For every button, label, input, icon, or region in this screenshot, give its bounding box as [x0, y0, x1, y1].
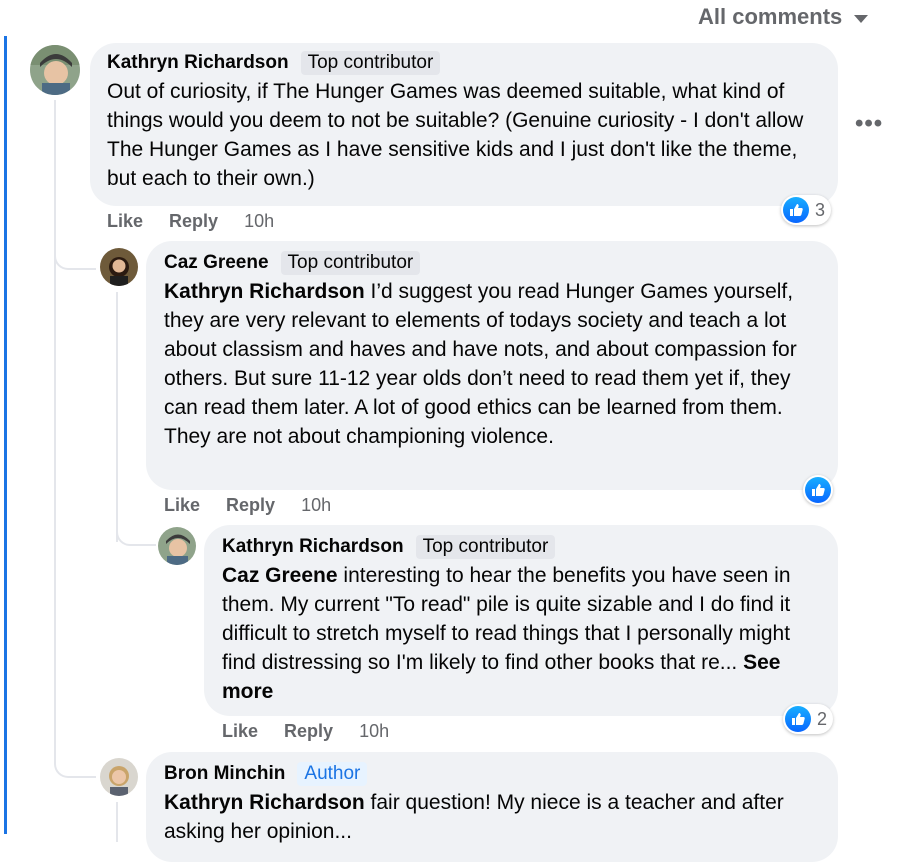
more-options-icon[interactable]: ••• — [855, 110, 883, 138]
comment-actions: Like Reply 10h — [107, 211, 274, 232]
comment-actions: Like Reply 10h — [222, 721, 389, 742]
mention-link[interactable]: Kathryn Richardson — [164, 280, 365, 303]
thumbs-up-icon — [783, 197, 809, 223]
like-button[interactable]: Like — [222, 721, 258, 742]
thumbs-up-icon — [785, 706, 811, 732]
author-badge: Author — [297, 762, 368, 786]
mention-link[interactable]: Kathryn Richardson — [164, 791, 365, 814]
reaction-summary[interactable]: 3 — [781, 195, 832, 225]
thread-connector-line-nested — [116, 802, 118, 842]
comment-filter-label: All comments — [698, 4, 843, 29]
comment-bubble: Caz Greene Top contributor Kathryn Richa… — [146, 241, 838, 490]
comment-author-name[interactable]: Caz Greene — [164, 252, 269, 274]
reaction-count: 3 — [815, 199, 826, 220]
comment-filter-dropdown[interactable]: All comments — [698, 4, 869, 30]
reply-connector — [54, 750, 96, 778]
top-contributor-badge: Top contributor — [300, 51, 441, 75]
thread-connector-line-nested — [116, 292, 118, 542]
like-button[interactable]: Like — [164, 495, 200, 516]
comment-actions: Like Reply 10h — [164, 495, 331, 516]
comment-bubble: Bron Minchin Author Kathryn Richardson f… — [146, 752, 838, 862]
avatar-bron-minchin[interactable] — [100, 758, 138, 796]
comment-bubble: Kathryn Richardson Top contributor Out o… — [90, 43, 838, 206]
comment-bubble: Kathryn Richardson Top contributor Caz G… — [204, 525, 838, 716]
comment-timestamp[interactable]: 10h — [359, 721, 389, 742]
thread-highlight-bar — [4, 36, 7, 834]
avatar-caz-greene[interactable] — [100, 248, 138, 286]
thumbs-up-icon — [805, 477, 831, 503]
reaction-summary[interactable] — [803, 475, 833, 505]
reaction-count: 2 — [817, 708, 828, 729]
comment-author-name[interactable]: Kathryn Richardson — [222, 536, 404, 558]
caret-down-icon — [854, 14, 869, 23]
comment-timestamp[interactable]: 10h — [301, 495, 331, 516]
reply-connector — [116, 520, 156, 546]
avatar-kathryn-richardson[interactable] — [30, 45, 80, 95]
comment-text: Kathryn Richardson I’d suggest you read … — [164, 280, 797, 448]
comment-timestamp[interactable]: 10h — [244, 211, 274, 232]
comment-author-name[interactable]: Bron Minchin — [164, 763, 285, 785]
top-contributor-badge: Top contributor — [280, 251, 421, 275]
reaction-summary[interactable]: 2 — [783, 704, 834, 734]
reply-connector — [54, 242, 96, 270]
comment-text: Kathryn Richardson fair question! My nie… — [164, 791, 784, 843]
comment-text: Caz Greene interesting to hear the benef… — [222, 564, 791, 703]
reply-button[interactable]: Reply — [226, 495, 275, 516]
comment-author-name[interactable]: Kathryn Richardson — [107, 52, 289, 74]
avatar-kathryn-richardson[interactable] — [158, 527, 196, 565]
comment-text: Out of curiosity, if The Hunger Games wa… — [107, 80, 804, 190]
thread-connector-line — [54, 100, 56, 750]
reply-button[interactable]: Reply — [169, 211, 218, 232]
reply-button[interactable]: Reply — [284, 721, 333, 742]
like-button[interactable]: Like — [107, 211, 143, 232]
mention-link[interactable]: Caz Greene — [222, 564, 338, 587]
top-contributor-badge: Top contributor — [415, 535, 556, 559]
